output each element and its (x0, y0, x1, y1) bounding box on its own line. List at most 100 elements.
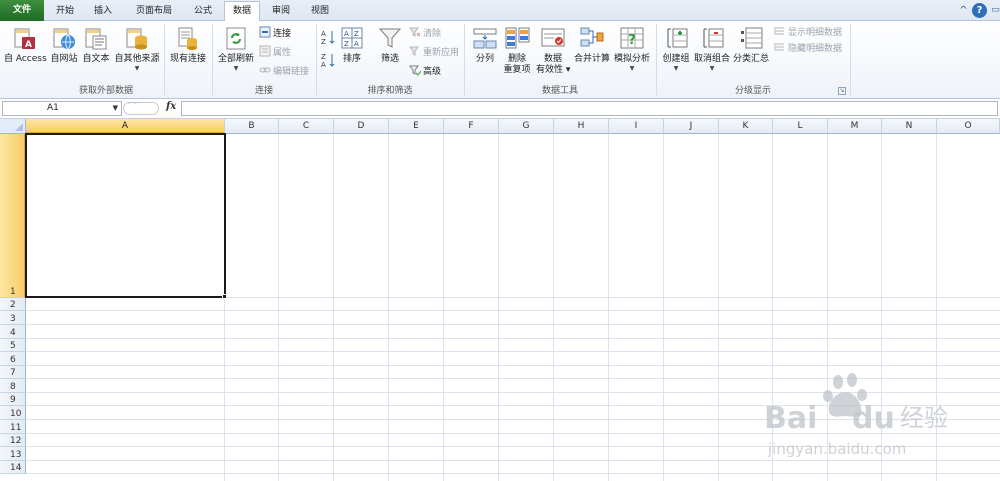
tab-home[interactable]: 开始 (48, 2, 82, 21)
text-to-columns-button[interactable]: 分列 (470, 24, 500, 82)
row-header-13[interactable]: 13 (0, 447, 26, 461)
clear-filter-button[interactable]: 清除 (409, 26, 441, 41)
chevron-down-icon: ▼ (673, 65, 679, 72)
row-header-12[interactable]: 12 (0, 434, 26, 447)
reapply-button[interactable]: 重新应用 (409, 45, 459, 60)
sort-button[interactable]: AZ ZA 排序 (338, 24, 366, 82)
tab-file[interactable]: 文件 (0, 0, 44, 21)
restore-window-icon[interactable]: ▭ (988, 3, 1000, 18)
group-label-external-data: 获取外部数据 (78, 86, 133, 96)
fill-handle[interactable] (222, 294, 227, 299)
tab-page-layout[interactable]: 页面布局 (126, 2, 182, 21)
column-header-n[interactable]: N (882, 119, 937, 134)
column-header-j[interactable]: J (664, 119, 719, 134)
column-header-h[interactable]: H (554, 119, 609, 134)
row-header-8[interactable]: 8 (0, 379, 26, 393)
row-header-3[interactable]: 3 (0, 311, 26, 325)
show-detail-button[interactable]: 显示明细数据 (774, 25, 842, 40)
minimize-ribbon-icon[interactable]: ^ (956, 3, 971, 18)
clear-filter-label: 清除 (423, 29, 442, 39)
name-box[interactable]: A1 ▼ (2, 101, 122, 116)
remove-duplicates-icon (505, 27, 530, 49)
edit-links-button[interactable]: 编辑链接 (259, 64, 309, 79)
show-detail-label: 显示明细数据 (788, 28, 843, 38)
sort-za-icon[interactable]: ZA (321, 52, 335, 68)
filter-button[interactable]: 筛选 (373, 24, 407, 82)
from-web-button[interactable]: 自网站 (48, 24, 80, 82)
sort-az-icon[interactable]: AZ (321, 29, 335, 45)
column-header-e[interactable]: E (389, 119, 444, 134)
row-header-6[interactable]: 6 (0, 352, 26, 366)
properties-button[interactable]: 属性 (259, 45, 291, 60)
tab-view[interactable]: 视图 (302, 2, 338, 21)
from-text-button[interactable]: 自文本 (80, 24, 112, 82)
ungroup-button[interactable]: 取消组合 ▼ (693, 24, 731, 82)
connections-label: 连接 (273, 29, 292, 39)
tab-review[interactable]: 审阅 (263, 2, 299, 21)
select-all-button[interactable] (0, 119, 26, 134)
column-header-o[interactable]: O (937, 119, 1000, 134)
hide-detail-button[interactable]: 隐藏明细数据 (774, 41, 842, 56)
row-header-11[interactable]: 11 (0, 420, 26, 434)
row-header-10[interactable]: 10 (0, 406, 26, 420)
help-icon[interactable]: ? (972, 3, 987, 18)
column-header-d[interactable]: D (334, 119, 389, 134)
outline-dialog-launcher-icon[interactable]: ↘ (838, 87, 846, 95)
data-validation-label-2: 有效性 ▾ (536, 65, 571, 75)
row-gridline (26, 473, 1000, 474)
insert-function-button[interactable]: fx (166, 101, 176, 112)
row-header-14[interactable]: 14 (0, 461, 26, 474)
column-header-g[interactable]: G (499, 119, 554, 134)
chevron-down-icon[interactable]: ▼ (113, 102, 118, 115)
svg-text:Z: Z (354, 30, 359, 38)
column-header-b[interactable]: B (225, 119, 279, 134)
cancel-enter-buttons[interactable]: ⌒ (123, 102, 159, 115)
row-gridline (26, 365, 1000, 366)
column-header-i[interactable]: I (609, 119, 664, 134)
formula-input[interactable] (181, 101, 998, 116)
refresh-all-button[interactable]: 全部刷新 ▼ (215, 24, 257, 82)
consolidate-button[interactable]: 合并计算 (572, 24, 612, 82)
row-header-7[interactable]: 7 (0, 366, 26, 379)
column-header-l[interactable]: L (773, 119, 828, 134)
tab-data[interactable]: 数据 (224, 1, 260, 22)
subtotal-button[interactable]: 分类汇总 (731, 24, 771, 82)
edit-links-label: 编辑链接 (273, 67, 310, 77)
column-header-a[interactable]: A (26, 119, 225, 134)
from-other-sources-button[interactable]: 自其他来源 ▼ (113, 24, 161, 82)
column-header-f[interactable]: F (444, 119, 499, 134)
data-validation-button[interactable]: 数据 有效性 ▾ (536, 24, 570, 82)
properties-label: 属性 (273, 48, 292, 58)
advanced-filter-button[interactable]: 高级 (409, 64, 441, 79)
column-header-m[interactable]: M (828, 119, 882, 134)
group-label-data-tools: 数据工具 (541, 86, 578, 96)
chevron-down-icon: ▼ (233, 65, 239, 72)
other-sources-icon (126, 28, 147, 50)
existing-connections-button[interactable]: 现有连接 (167, 24, 209, 82)
active-cell-a1[interactable] (25, 133, 226, 298)
connections-button[interactable]: 连接 (259, 26, 291, 41)
row-header-2[interactable]: 2 (0, 298, 26, 311)
row-header-5[interactable]: 5 (0, 339, 26, 352)
from-access-button[interactable]: A 自 Access (4, 24, 47, 82)
chevron-down-icon: ▼ (134, 65, 140, 72)
tab-formulas[interactable]: 公式 (186, 2, 220, 21)
group-button[interactable]: 创建组 ▼ (659, 24, 693, 82)
sort-label: 排序 (342, 54, 361, 64)
filter-label: 筛选 (380, 54, 399, 64)
consolidate-label: 合并计算 (573, 54, 610, 64)
row-header-1[interactable]: 1 (0, 134, 26, 298)
from-text-label: 自文本 (82, 54, 110, 64)
tab-insert[interactable]: 插入 (86, 2, 120, 21)
svg-text:A: A (354, 40, 359, 48)
row-header-4[interactable]: 4 (0, 325, 26, 339)
from-access-label: 自 Access (4, 54, 47, 64)
column-header-c[interactable]: C (279, 119, 334, 134)
row-header-9[interactable]: 9 (0, 393, 26, 406)
advanced-filter-label: 高级 (423, 67, 442, 77)
remove-duplicates-button[interactable]: 删除 重复项 (502, 24, 532, 82)
what-if-analysis-button[interactable]: ? 模拟分析 ▼ (612, 24, 652, 82)
watermark-brand-du: du (852, 401, 895, 436)
ungroup-label: 取消组合 (693, 54, 730, 64)
column-header-k[interactable]: K (719, 119, 773, 134)
